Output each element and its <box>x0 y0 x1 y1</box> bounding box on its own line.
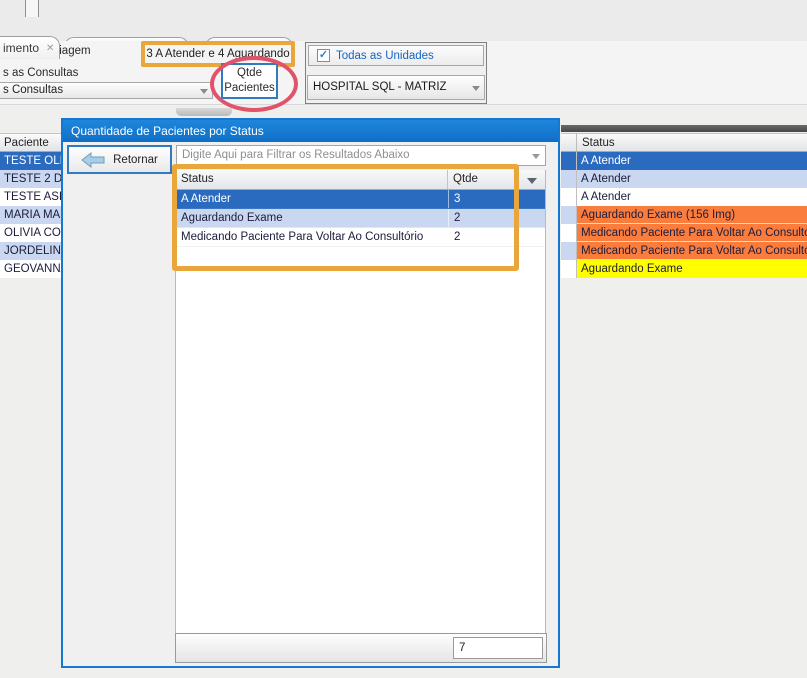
status-row[interactable]: A Atender <box>561 170 807 188</box>
filter-placeholder: Digite Aqui para Filtrar os Resultados A… <box>182 149 410 161</box>
tab-atendimento[interactable]: imento ✕ <box>0 36 60 59</box>
back-arrow-icon <box>81 152 105 168</box>
top-strip <box>0 0 807 18</box>
close-icon[interactable]: ✕ <box>46 43 54 54</box>
qtde-pacientes-dialog: Quantidade de Pacientes por Status Retor… <box>61 118 560 668</box>
unidade-combobox-value: HOSPITAL SQL - MATRIZ <box>313 81 447 93</box>
patient-grid: Paciente TESTE OLIV TESTE 2 DO TESTE ASD… <box>0 133 61 279</box>
status-row[interactable]: A Atender <box>561 188 807 206</box>
chevron-down-icon[interactable] <box>200 89 208 94</box>
patient-row[interactable]: TESTE 2 DO <box>0 170 61 188</box>
combo-shadow-remnant <box>176 108 232 116</box>
todas-unidades-checkbox[interactable]: ✓ <box>317 49 330 62</box>
menu-line-consultas[interactable]: s as Consultas <box>3 67 78 79</box>
top-tab-remnant <box>25 0 39 17</box>
patient-row[interactable]: MARIA MAR <box>0 206 61 224</box>
status-row[interactable]: Aguardando Exame <box>561 260 807 278</box>
status-row[interactable]: Medicando Paciente Para Voltar Ao Consul… <box>561 224 807 242</box>
grid-row[interactable]: Medicando Paciente Para Voltar Ao Consul… <box>176 228 545 247</box>
todas-unidades-label: Todas as Unidades <box>336 50 434 62</box>
dialog-title-bar[interactable]: Quantidade de Pacientes por Status <box>63 120 558 142</box>
qtde-pacientes-button[interactable]: Qtde Pacientes <box>221 63 278 99</box>
patient-row[interactable]: OLIVIA COS <box>0 224 61 242</box>
retornar-label: Retornar <box>113 154 158 166</box>
grid-row[interactable]: A Atender 3 <box>176 190 545 209</box>
unidade-combobox[interactable]: HOSPITAL SQL - MATRIZ <box>307 75 485 100</box>
qtde-column-header[interactable]: Qtde <box>448 170 518 189</box>
qtde-button-line2: Pacientes <box>224 81 275 96</box>
status-row[interactable]: Aguardando Exame (156 Img) <box>561 206 807 224</box>
status-row[interactable]: A Atender <box>561 152 807 170</box>
counter-label: 3 A Atender e 4 Aguardando <box>146 48 289 60</box>
patient-row[interactable]: GEOVANNA <box>0 260 61 278</box>
total-count-field: 7 <box>453 637 543 659</box>
chevron-down-icon[interactable] <box>472 86 480 91</box>
status-column-header[interactable]: Status <box>176 170 448 189</box>
tab-bar: imento ✕ Internações ✕ Plantões ✕ <box>0 17 807 41</box>
grid-top-band <box>561 125 807 132</box>
qtde-button-line1: Qtde <box>237 66 262 81</box>
filter-dropdown-icon <box>527 178 537 184</box>
units-panel: ✓ Todas as Unidades HOSPITAL SQL - MATRI… <box>305 42 487 104</box>
todas-unidades-row[interactable]: ✓ Todas as Unidades <box>308 45 484 66</box>
app-window: imento ✕ Internações ✕ Plantões ✕ ientes <box>0 0 807 678</box>
grid-summary-bar: 7 <box>175 633 547 663</box>
grid-row[interactable]: Aguardando Exame 2 <box>176 209 545 228</box>
consultas-combobox[interactable]: s Consultas <box>0 82 213 99</box>
patient-row[interactable]: TESTE ASDA <box>0 188 61 206</box>
column-filter-button[interactable] <box>518 170 545 189</box>
status-row[interactable]: Medicando Paciente Para Voltar Ao Consul… <box>561 242 807 260</box>
grid-header-row: Status Qtde <box>176 170 545 190</box>
chevron-down-icon[interactable] <box>532 154 540 159</box>
tab-label: imento <box>3 41 39 55</box>
row-indicator-header <box>561 133 577 152</box>
consultas-combobox-value: s Consultas <box>3 84 63 96</box>
filter-combobox[interactable]: Digite Aqui para Filtrar os Resultados A… <box>176 145 546 166</box>
horizontal-separator <box>0 104 807 105</box>
patient-row[interactable]: TESTE OLIV <box>0 152 61 170</box>
status-column-header[interactable]: Status <box>577 133 807 152</box>
patient-column-header[interactable]: Paciente <box>0 133 61 152</box>
status-grid: Status A Atender A Atender A Atender Agu… <box>561 125 807 283</box>
retornar-button[interactable]: Retornar <box>67 145 172 174</box>
patient-row[interactable]: JORDELINO <box>0 242 61 260</box>
status-count-grid: Status Qtde A Atender 3 Aguardando Exame… <box>175 170 546 633</box>
